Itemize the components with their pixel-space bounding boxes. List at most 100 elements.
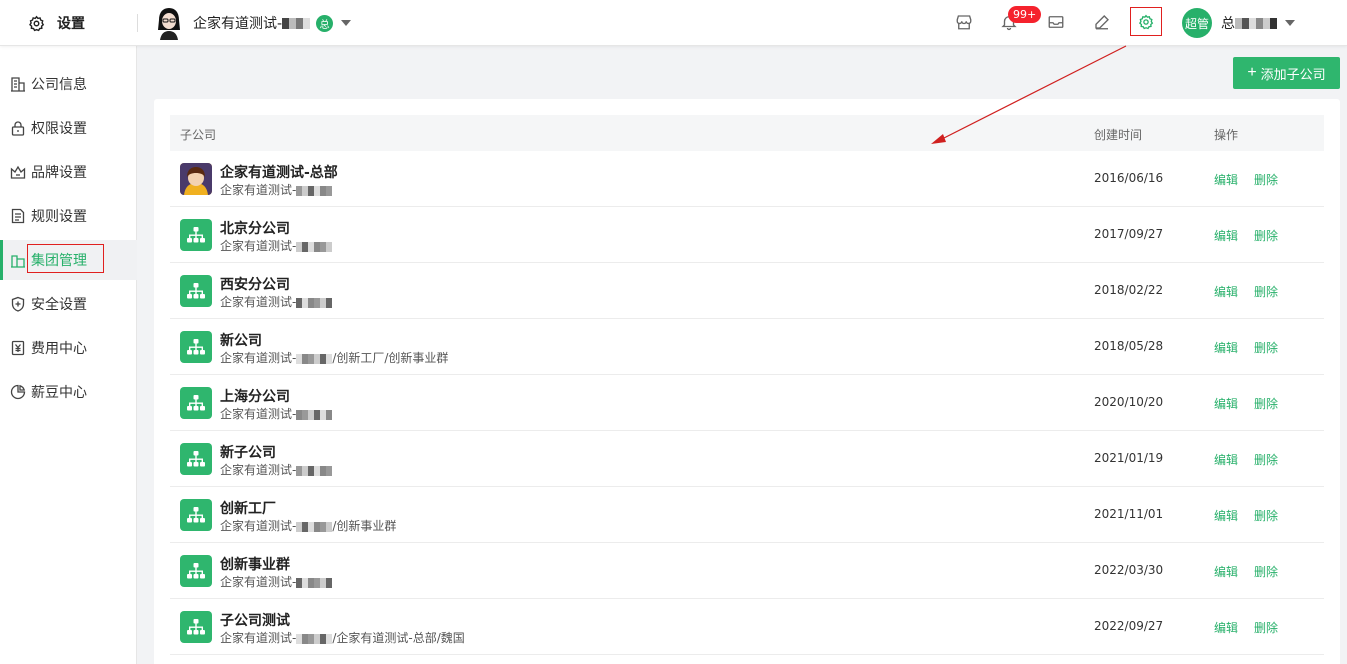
- sidebar-item-label: 安全设置: [31, 297, 87, 313]
- document-icon: [11, 208, 25, 224]
- table-row: 创新事业群 企家有道测试- 2022/03/30 编辑 删除: [170, 543, 1324, 599]
- inbox-icon[interactable]: [1047, 13, 1065, 31]
- subsidiary-name: 创新事业群: [220, 557, 290, 573]
- top-bar: 设置 企家有道测试- 总 99+ 超管 总: [0, 0, 1347, 46]
- org-chart-icon: [180, 611, 212, 643]
- subsidiary-path: 企家有道测试-: [220, 293, 333, 310]
- sidebar-item-billing[interactable]: 费用中心: [0, 328, 137, 368]
- created-date: 2022/09/27: [1094, 619, 1164, 633]
- sidebar-item-label: 费用中心: [31, 341, 87, 357]
- blurred-text: [296, 240, 333, 254]
- chevron-down-icon: [1285, 20, 1295, 26]
- edit-link[interactable]: 编辑: [1214, 619, 1238, 636]
- sidebar-item-label: 权限设置: [31, 121, 87, 137]
- blurred-text: [282, 16, 311, 31]
- headquarter-badge: 总: [316, 14, 334, 32]
- delete-link[interactable]: 删除: [1254, 283, 1278, 300]
- notification-count-badge: 99+: [1008, 6, 1042, 23]
- edit-link[interactable]: 编辑: [1214, 227, 1238, 244]
- sidebar-item-security[interactable]: 安全设置: [0, 284, 137, 324]
- sidebar-item-rules[interactable]: 规则设置: [0, 196, 137, 236]
- subsidiary-name: 北京分公司: [220, 221, 290, 237]
- sidebar-item-company-info[interactable]: 公司信息: [0, 64, 137, 104]
- user-name: 总: [1221, 16, 1235, 32]
- org-chart-icon: [180, 219, 212, 251]
- created-date: 2020/10/20: [1094, 395, 1164, 409]
- delete-link[interactable]: 删除: [1254, 227, 1278, 244]
- path-prefix: 企家有道测试-: [220, 183, 297, 197]
- created-date: 2017/09/27: [1094, 227, 1164, 241]
- path-prefix: 企家有道测试-: [220, 407, 297, 421]
- created-date: 2018/02/22: [1094, 283, 1164, 297]
- edit-link[interactable]: 编辑: [1214, 395, 1238, 412]
- subsidiary-path: 企家有道测试-: [220, 461, 333, 478]
- settings-button[interactable]: [1130, 7, 1162, 36]
- edit-link[interactable]: 编辑: [1214, 283, 1238, 300]
- sidebar-item-beans[interactable]: 薪豆中心: [0, 372, 137, 412]
- user-menu[interactable]: 超管 总: [1182, 8, 1295, 38]
- blurred-text: [296, 464, 333, 478]
- edit-link[interactable]: 编辑: [1214, 339, 1238, 356]
- subsidiary-path: 企家有道测试- /企家有道测试-总部/魏国: [220, 629, 465, 646]
- sidebar-item-label: 规则设置: [31, 209, 87, 225]
- subsidiary-name: 新子公司: [220, 445, 276, 461]
- subsidiary-name: 企家有道测试-总部: [220, 165, 338, 181]
- table-header: 子公司 创建时间 操作: [170, 115, 1324, 151]
- column-header-created: 创建时间: [1094, 128, 1143, 142]
- path-prefix: 企家有道测试-: [220, 351, 297, 365]
- table-row: 子公司测试企家有道测试- /企家有道测试-总部/魏国 2022/09/27 编辑 删除: [170, 599, 1324, 655]
- edit-link[interactable]: 编辑: [1214, 563, 1238, 580]
- shield-icon: [11, 296, 25, 312]
- column-header-actions: 操作: [1214, 128, 1239, 142]
- table-row: 西安分公司 企家有道测试- 2018/02/22 编辑 删除: [170, 263, 1324, 319]
- delete-link[interactable]: 删除: [1254, 563, 1278, 580]
- add-subsidiary-label: 添加子公司: [1260, 66, 1326, 82]
- path-prefix: 企家有道测试-: [220, 295, 297, 309]
- sidebar-item-brand[interactable]: 品牌设置: [0, 152, 137, 192]
- created-date: 2016/06/16: [1094, 171, 1164, 185]
- company-switcher[interactable]: 企家有道测试- 总: [155, 6, 352, 40]
- sidebar: 公司信息 权限设置 品牌设置 规则设置 集团管理 安全设置 费用中心 薪豆中心: [0, 46, 137, 664]
- org-chart-icon: [180, 331, 212, 363]
- edit-link[interactable]: 编辑: [1214, 507, 1238, 524]
- add-subsidiary-button[interactable]: + 添加子公司: [1233, 57, 1340, 89]
- gear-icon: [29, 15, 45, 31]
- blurred-text: [1235, 16, 1277, 31]
- path-prefix: 企家有道测试-: [220, 631, 297, 645]
- delete-link[interactable]: 删除: [1254, 619, 1278, 636]
- created-date: 2022/03/30: [1094, 563, 1164, 577]
- subsidiary-name: 新公司: [220, 333, 262, 349]
- blurred-text: [296, 520, 333, 534]
- pen-icon[interactable]: [1093, 13, 1111, 31]
- edit-link[interactable]: 编辑: [1214, 171, 1238, 188]
- edit-link[interactable]: 编辑: [1214, 451, 1238, 468]
- subsidiary-name: 子公司测试: [220, 613, 290, 629]
- subsidiary-path: 企家有道测试-: [220, 237, 333, 254]
- table-row: 上海分公司 企家有道测试- 2020/10/20 编辑 删除: [170, 375, 1324, 431]
- org-chart-icon: [180, 443, 212, 475]
- store-icon[interactable]: [955, 13, 973, 31]
- delete-link[interactable]: 删除: [1254, 451, 1278, 468]
- delete-link[interactable]: 删除: [1254, 171, 1278, 188]
- sidebar-item-permissions[interactable]: 权限设置: [0, 108, 137, 148]
- org-chart-icon: [180, 499, 212, 531]
- sidebar-item-label: 品牌设置: [31, 165, 87, 181]
- table-row: 新子公司 企家有道测试- 2021/01/19 编辑 删除: [170, 431, 1324, 487]
- bean-icon: [10, 384, 26, 400]
- plus-icon: +: [1247, 64, 1257, 81]
- delete-link[interactable]: 删除: [1254, 339, 1278, 356]
- chevron-down-icon: [341, 20, 352, 26]
- company-name: 企家有道测试-: [193, 16, 283, 32]
- page-title: 设置: [57, 16, 85, 32]
- delete-link[interactable]: 删除: [1254, 507, 1278, 524]
- created-date: 2021/11/01: [1094, 507, 1164, 521]
- building-icon: [11, 77, 25, 92]
- group-building-icon: [11, 255, 25, 268]
- delete-link[interactable]: 删除: [1254, 395, 1278, 412]
- company-avatar: [180, 163, 212, 195]
- path-suffix: /企家有道测试-总部/魏国: [332, 631, 465, 645]
- sidebar-item-label: 薪豆中心: [31, 385, 87, 401]
- path-prefix: 企家有道测试-: [220, 239, 297, 253]
- subsidiary-path: 企家有道测试- /创新工厂/创新事业群: [220, 349, 448, 366]
- subsidiary-path: 企家有道测试- /创新事业群: [220, 517, 396, 534]
